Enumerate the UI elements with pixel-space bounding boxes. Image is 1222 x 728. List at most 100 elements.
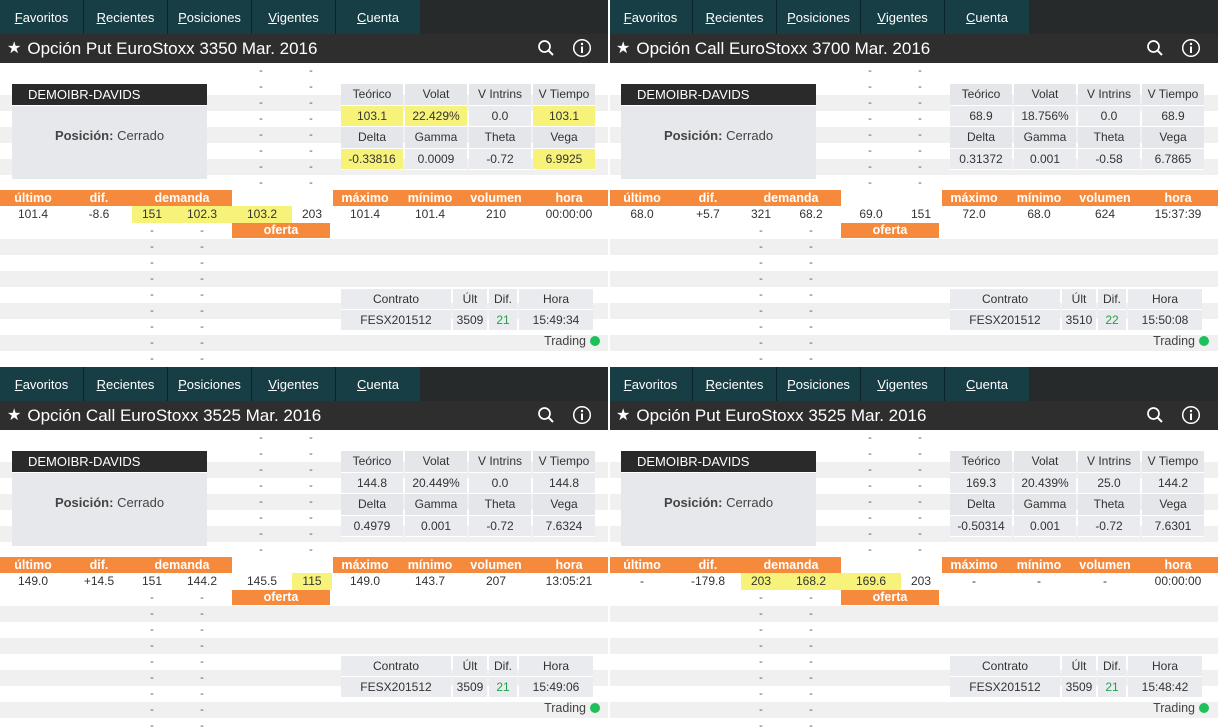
empty-cell: -	[809, 688, 813, 700]
quote-oferta-qty[interactable]: 203	[292, 206, 332, 223]
empty-cell: -	[150, 305, 154, 317]
quote-oferta-price[interactable]: 169.6	[841, 573, 901, 590]
contract-name[interactable]: FESX201512	[341, 310, 451, 331]
empty-cell: -	[259, 528, 263, 540]
tab-posiciones[interactable]: Posiciones	[777, 0, 861, 34]
quote-oferta-price[interactable]: 145.5	[232, 573, 292, 590]
empty-cell: -	[809, 640, 813, 652]
star-icon[interactable]: ★	[616, 40, 630, 57]
tab-cuenta[interactable]: Cuenta	[945, 0, 1029, 34]
empty-cell: -	[200, 353, 204, 364]
info-icon[interactable]	[572, 38, 592, 58]
contract-hora: 15:48:42	[1128, 677, 1202, 698]
empty-cell: -	[259, 448, 263, 460]
tab-cuenta[interactable]: Cuenta	[945, 367, 1029, 401]
empty-cell: -	[309, 496, 313, 508]
tab-vigentes[interactable]: Vigentes	[252, 0, 336, 34]
contract-name[interactable]: FESX201512	[950, 310, 1060, 331]
quote-ultimo: 149.0	[17, 574, 49, 588]
nav-tabs: Favoritos Recientes Posiciones Vigentes …	[0, 0, 609, 34]
info-icon[interactable]	[572, 405, 592, 425]
contract-hora: 15:50:08	[1128, 310, 1202, 331]
empty-cell: -	[200, 257, 204, 269]
contract-header: Contrato	[950, 289, 1060, 310]
greek-value-vintrins: 0.0	[1078, 105, 1140, 127]
empty-cell: -	[809, 704, 813, 716]
search-icon[interactable]	[1145, 405, 1165, 425]
greek-header: Gamma	[405, 127, 467, 149]
empty-cell: -	[868, 528, 872, 540]
empty-cell: -	[918, 129, 922, 141]
quote-demanda-price[interactable]: 68.2	[781, 206, 841, 223]
quote-oferta-price[interactable]: 69.0	[841, 206, 901, 223]
star-icon[interactable]: ★	[7, 40, 21, 57]
grid-stripe	[0, 606, 609, 622]
empty-cell: -	[259, 480, 263, 492]
tab-posiciones[interactable]: Posiciones	[168, 0, 252, 34]
empty-cell: -	[200, 624, 204, 636]
quote-oferta-qty[interactable]: 115	[292, 573, 332, 590]
search-icon[interactable]	[1145, 38, 1165, 58]
contract-name[interactable]: FESX201512	[341, 677, 451, 698]
quote-minimo: -	[1037, 574, 1041, 588]
quote-demanda-qty[interactable]: 151	[132, 206, 172, 223]
tab-recientes[interactable]: Recientes	[693, 367, 777, 401]
quote-oferta-price[interactable]: 103.2	[232, 206, 292, 223]
tab-vigentes[interactable]: Vigentes	[861, 0, 945, 34]
quote-demanda-price[interactable]: 168.2	[781, 573, 841, 590]
greeks-table: Teórico Volat V Intrins V Tiempo 144.8 2…	[339, 451, 597, 537]
tab-favoritos[interactable]: Favoritos	[0, 367, 84, 401]
quote-demanda-price[interactable]: 144.2	[172, 573, 232, 590]
info-icon[interactable]	[1181, 38, 1201, 58]
header-hora: hora	[1164, 191, 1192, 205]
empty-cell: -	[868, 161, 872, 173]
quote-oferta-qty[interactable]: 203	[901, 573, 941, 590]
empty-cell: -	[759, 704, 763, 716]
search-icon[interactable]	[536, 405, 556, 425]
empty-cell: -	[150, 321, 154, 333]
tab-cuenta[interactable]: Cuenta	[336, 367, 420, 401]
empty-cell: -	[200, 688, 204, 700]
tab-posiciones[interactable]: Posiciones	[168, 367, 252, 401]
empty-cell: -	[868, 129, 872, 141]
greek-value-gamma: 0.0009	[405, 148, 467, 170]
panel-title: Opción Put EuroStoxx 3525 Mar. 2016	[636, 405, 927, 425]
quote-demanda-qty[interactable]: 321	[741, 206, 781, 223]
quote-demanda-qty[interactable]: 203	[741, 573, 781, 590]
header-volumen: volumen	[470, 558, 522, 572]
tab-recientes[interactable]: Recientes	[84, 0, 168, 34]
tab-posiciones[interactable]: Posiciones	[777, 367, 861, 401]
search-icon[interactable]	[536, 38, 556, 58]
greek-value-volat: 18.756%	[1014, 105, 1076, 127]
tab-recientes[interactable]: Recientes	[693, 0, 777, 34]
info-icon[interactable]	[1181, 405, 1201, 425]
star-icon[interactable]: ★	[7, 407, 21, 424]
header-dif: dif.	[89, 191, 109, 205]
panel-title: Opción Call EuroStoxx 3525 Mar. 2016	[27, 405, 322, 425]
quote-ultimo: 101.4	[17, 207, 49, 221]
greek-value-gamma: 0.001	[1014, 515, 1076, 537]
quote-demanda-price[interactable]: 102.3	[172, 206, 232, 223]
tab-favoritos[interactable]: Favoritos	[0, 0, 84, 34]
greek-header: Volat	[405, 84, 467, 106]
contract-table: Contrato Últ Dif. Hora FESX201512 3510 2…	[948, 289, 1204, 331]
empty-cell: -	[309, 544, 313, 556]
greek-value-delta: 0.31372	[950, 148, 1012, 170]
quote-oferta-qty[interactable]: 151	[901, 206, 941, 223]
greek-header: Theta	[469, 494, 531, 516]
greek-value-teorico: 103.1	[341, 105, 403, 127]
quote-demanda-qty[interactable]: 151	[132, 573, 172, 590]
grid-stripe	[0, 702, 609, 718]
star-icon[interactable]: ★	[616, 407, 630, 424]
tab-favoritos[interactable]: Favoritos	[609, 0, 693, 34]
greek-header: V Tiempo	[533, 84, 595, 106]
greek-header: V Tiempo	[533, 451, 595, 473]
tab-vigentes[interactable]: Vigentes	[252, 367, 336, 401]
tab-favoritos[interactable]: Favoritos	[609, 367, 693, 401]
tab-vigentes[interactable]: Vigentes	[861, 367, 945, 401]
empty-cell: -	[759, 624, 763, 636]
empty-cell: -	[309, 161, 313, 173]
contract-name[interactable]: FESX201512	[950, 677, 1060, 698]
tab-cuenta[interactable]: Cuenta	[336, 0, 420, 34]
tab-recientes[interactable]: Recientes	[84, 367, 168, 401]
